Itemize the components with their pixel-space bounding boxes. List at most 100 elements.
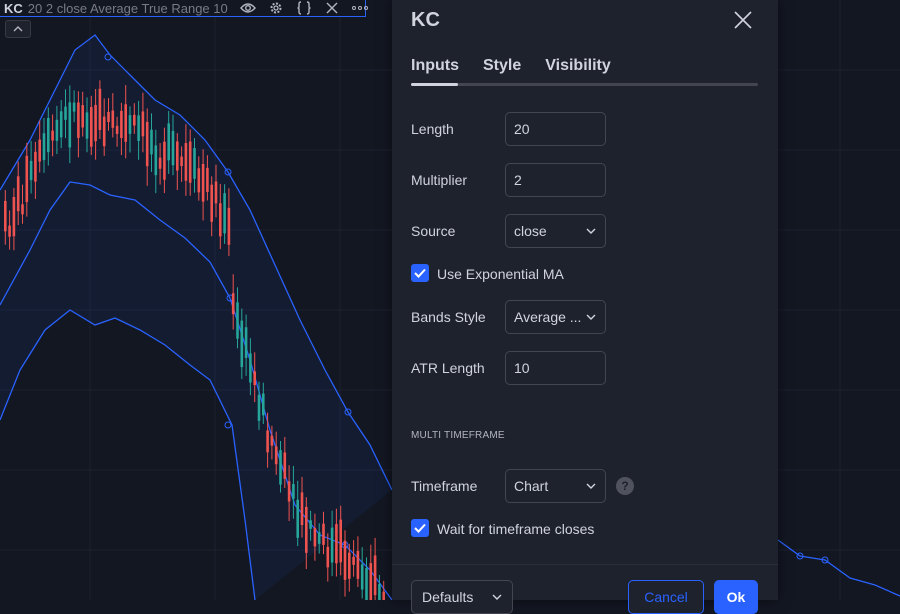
candle-body (8, 225, 11, 237)
candle-body (29, 160, 33, 181)
candle-body (12, 196, 16, 237)
candle-body (94, 104, 97, 142)
candle-body (197, 168, 201, 193)
candle-body (38, 139, 41, 162)
candle-body (317, 532, 321, 544)
candle-body (369, 563, 373, 600)
candle-body (322, 523, 325, 545)
cancel-button[interactable]: Cancel (628, 580, 704, 614)
candle-body (90, 107, 93, 147)
candle-body (55, 119, 59, 141)
atr-length-label: ATR Length (411, 360, 485, 376)
candle-body (330, 527, 334, 563)
candle-body (124, 104, 127, 142)
chevron-down-icon (585, 225, 597, 237)
candle-body (227, 207, 231, 245)
candle-body (210, 184, 213, 222)
chevron-up-icon (13, 26, 23, 32)
candle-body (128, 115, 132, 134)
candle-body (274, 446, 278, 465)
indicator-settings-dialog: KC Inputs Style Visibility Length Multip… (392, 0, 778, 614)
close-icon (734, 11, 752, 29)
candle-body (326, 546, 330, 568)
candle-body (262, 393, 265, 416)
more-icon[interactable] (350, 0, 370, 16)
candle-body (145, 121, 149, 167)
checkmark-icon (414, 523, 426, 533)
candle-body (167, 123, 170, 161)
candle-body (343, 540, 347, 580)
candle-body (4, 200, 7, 232)
candle-body (133, 114, 136, 126)
channel-fill (0, 35, 392, 600)
candle-body (98, 88, 102, 130)
length-label: Length (411, 121, 454, 137)
wait-close-label[interactable]: Wait for timeframe closes (437, 521, 594, 537)
candle-body (72, 102, 76, 112)
collapse-legend-button[interactable] (5, 20, 31, 38)
gear-icon[interactable] (266, 0, 286, 16)
candle-body (335, 524, 338, 564)
candle-body (51, 130, 54, 141)
candle-body (244, 327, 248, 358)
chevron-down-icon (585, 480, 597, 492)
candle-body (171, 130, 175, 166)
source-label: Source (411, 223, 456, 239)
candle-body (150, 129, 153, 155)
candle-body (292, 484, 295, 499)
eye-icon[interactable] (238, 0, 258, 16)
candle-body (373, 555, 377, 596)
candle-body (257, 394, 261, 421)
source-select[interactable]: close (505, 214, 606, 248)
multiplier-input[interactable] (505, 163, 606, 197)
candle-body (115, 125, 119, 134)
candle-body (188, 141, 192, 183)
candle-body (176, 141, 179, 171)
tab-inputs[interactable]: Inputs (411, 57, 459, 75)
candle-body (47, 118, 50, 153)
source-value: close (514, 223, 547, 239)
tab-visibility[interactable]: Visibility (545, 57, 611, 75)
candle-body (283, 452, 287, 479)
use-ema-label[interactable]: Use Exponential MA (437, 266, 564, 282)
length-input[interactable] (505, 112, 606, 146)
tab-style[interactable]: Style (483, 57, 521, 75)
dialog-close-button[interactable] (732, 9, 754, 31)
candle-body (214, 181, 218, 204)
chevron-down-icon (492, 594, 502, 600)
candle-body (42, 133, 46, 161)
checkmark-icon (414, 268, 426, 278)
candle-body (382, 591, 385, 600)
candle-body (120, 110, 123, 139)
candle-body (270, 435, 274, 446)
candle-body (296, 499, 299, 538)
candle-body (158, 157, 162, 169)
help-icon[interactable]: ? (616, 477, 634, 495)
candle-body (102, 116, 106, 147)
candle-body (16, 176, 20, 212)
candle-body (305, 506, 308, 553)
candle-body (180, 156, 183, 166)
bands-style-select[interactable]: Average ... (505, 300, 606, 334)
timeframe-select[interactable]: Chart (505, 469, 606, 503)
use-ema-checkbox[interactable] (411, 264, 429, 282)
candle-body (249, 353, 252, 383)
close-icon[interactable] (322, 0, 342, 16)
indicator-legend[interactable]: KC 20 2 close Average True Range 10 (0, 0, 368, 17)
right-band-line (777, 539, 900, 597)
candle-body (348, 552, 351, 579)
defaults-button[interactable]: Defaults (411, 580, 513, 614)
candle-body (107, 111, 110, 123)
candle-body (184, 143, 188, 181)
candle-body (137, 115, 140, 141)
candle-body (21, 204, 24, 215)
braces-icon[interactable] (294, 0, 314, 16)
section-title-multi-timeframe: MULTI TIMEFRAME (411, 430, 505, 441)
candle-body (240, 320, 244, 368)
candle-body (309, 520, 312, 529)
candle-body (34, 151, 37, 182)
ok-button[interactable]: Ok (714, 580, 758, 614)
wait-close-checkbox[interactable] (411, 519, 429, 537)
atr-length-input[interactable] (505, 351, 606, 385)
band-marker (224, 421, 232, 429)
